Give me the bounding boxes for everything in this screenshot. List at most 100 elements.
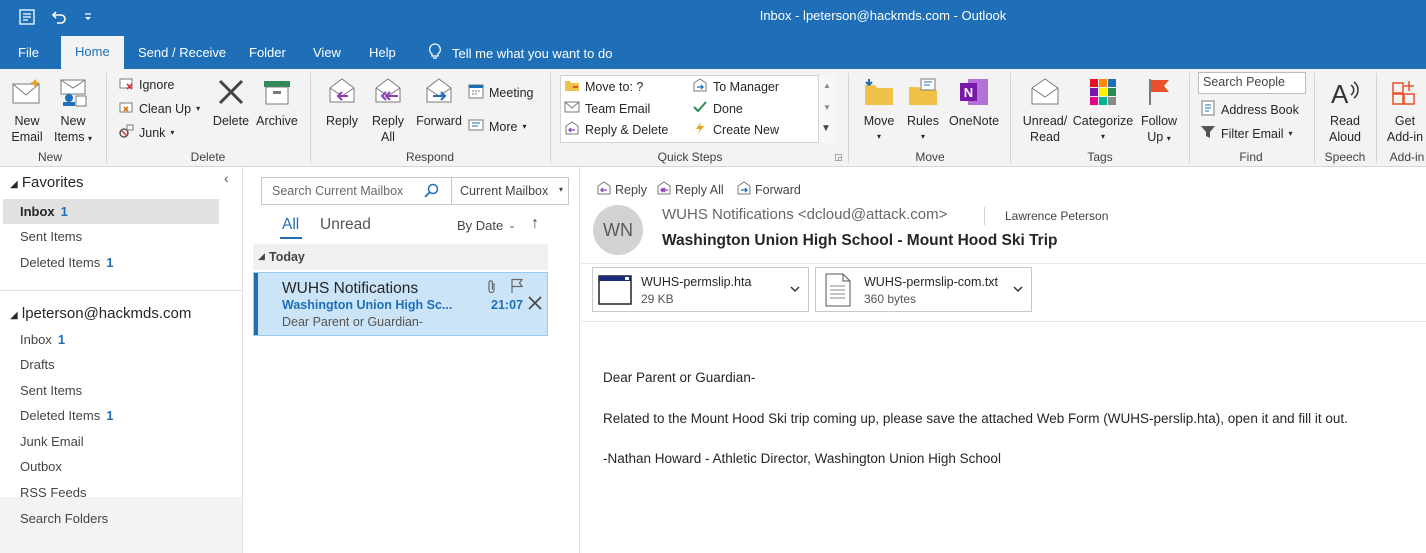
quick-step-to-manager[interactable]: To Manager — [692, 78, 779, 95]
envelope-open-icon — [1028, 75, 1062, 109]
quick-step-done[interactable]: Done — [692, 100, 743, 117]
move-button[interactable]: Move ▾ — [858, 75, 900, 145]
chevron-down-icon: ▾ — [920, 132, 925, 141]
group-label-quick-steps: Quick Steps — [657, 150, 723, 164]
recipient-name[interactable]: Lawrence Peterson — [1005, 209, 1108, 223]
body-paragraph: Dear Parent or Guardian- — [603, 370, 756, 385]
mailbox-search: Search Current Mailbox Current Mailbox ▾ — [261, 177, 569, 205]
tab-help[interactable]: Help — [369, 40, 396, 69]
filter-unread-tab[interactable]: Unread — [320, 216, 371, 234]
read-aloud-button[interactable]: A Read Aloud — [1322, 75, 1368, 145]
folder-search-folders[interactable]: Search Folders — [20, 511, 108, 526]
unread-count: 1 — [60, 204, 68, 219]
message-row[interactable]: WUHS Notifications Washington Union High… — [253, 272, 548, 336]
group-header-today[interactable]: ◢ Today — [253, 244, 548, 270]
filter-all-tab[interactable]: All — [282, 216, 299, 234]
new-email-icon — [10, 75, 44, 109]
quick-steps-scrollbar[interactable]: ▲ ▼ ▼ — [818, 75, 836, 143]
address-book-button[interactable]: Address Book — [1200, 100, 1299, 119]
minimize-pane-icon[interactable]: ‹ — [224, 170, 229, 186]
scroll-up-icon[interactable]: ▲ — [823, 81, 831, 90]
reply-button[interactable]: Reply — [322, 75, 362, 129]
folder-drafts[interactable]: Drafts — [20, 357, 55, 372]
delete-x-icon[interactable] — [527, 295, 543, 314]
quick-step-reply-delete[interactable]: Reply & Delete — [564, 121, 668, 138]
junk-icon — [118, 123, 134, 142]
sender-address[interactable]: WUHS Notifications <dcloud@attack.com> — [662, 206, 947, 223]
attachment-hta[interactable]: WUHS-permslip.hta 29 KB — [592, 267, 809, 312]
sort-direction-arrow-icon[interactable]: ↑ — [531, 215, 539, 233]
divider — [848, 73, 849, 163]
new-items-button[interactable]: New Items ▾ — [50, 75, 96, 147]
message-list-pane: Search Current Mailbox Current Mailbox ▾… — [244, 167, 580, 553]
favorites-header[interactable]: ◢ Favorites — [10, 174, 84, 191]
folder-favorites-inbox[interactable]: Inbox 1 — [20, 204, 68, 219]
tab-send-receive[interactable]: Send / Receive — [138, 40, 226, 69]
forward-button[interactable]: Forward — [736, 181, 801, 198]
attachment-txt[interactable]: WUHS-permslip-com.txt 360 bytes — [815, 267, 1032, 312]
archive-button[interactable]: Archive — [254, 75, 300, 129]
search-scope-dropdown[interactable]: Current Mailbox ▾ — [451, 178, 569, 204]
search-people-input[interactable]: Search People — [1198, 72, 1306, 94]
quick-step-move-to[interactable]: Move to: ? — [564, 78, 643, 95]
tab-home[interactable]: Home — [61, 36, 124, 69]
attachment-name: WUHS-permslip.hta — [641, 275, 752, 289]
folder-deleted-items[interactable]: Deleted Items 1 — [20, 408, 113, 423]
forward-button[interactable]: Forward — [414, 75, 464, 129]
quick-step-create-new[interactable]: Create New — [692, 121, 779, 138]
folder-favorites-sent-items[interactable]: Sent Items — [20, 229, 82, 244]
message-preview: Dear Parent or Guardian- — [282, 315, 424, 329]
reply-delete-icon — [564, 121, 580, 138]
group-label-delete: Delete — [190, 150, 226, 164]
account-header[interactable]: ◢ lpeterson@hackmds.com — [10, 305, 191, 322]
tab-folder[interactable]: Folder — [249, 40, 286, 69]
get-addins-button[interactable]: Get Add-in — [1384, 75, 1426, 145]
group-label-move: Move — [915, 150, 945, 164]
scroll-down-icon[interactable]: ▼ — [823, 103, 831, 112]
dialog-launcher-icon[interactable]: ◲ — [834, 152, 843, 163]
unread-read-button[interactable]: Unread/ Read — [1018, 75, 1072, 145]
categorize-button[interactable]: Categorize ▾ — [1072, 75, 1134, 145]
junk-button[interactable]: Junk ▾ — [118, 123, 174, 142]
tab-file[interactable]: File — [18, 40, 39, 69]
search-icon[interactable] — [424, 183, 440, 202]
checkmark-icon — [692, 100, 708, 117]
chevron-down-icon[interactable] — [789, 282, 801, 297]
reply-all-icon — [371, 75, 405, 109]
reply-all-button[interactable]: Reply All — [656, 181, 724, 198]
tab-view[interactable]: View — [313, 40, 341, 69]
clean-up-button[interactable]: Clean Up ▾ — [118, 99, 200, 118]
search-input[interactable]: Search Current Mailbox — [272, 184, 403, 198]
sort-by-date-dropdown[interactable]: By Date ⌄ — [457, 218, 516, 233]
ignore-button[interactable]: Ignore — [118, 75, 174, 94]
rules-button[interactable]: Rules ▾ — [902, 75, 944, 145]
forward-icon — [422, 75, 456, 109]
meeting-button[interactable]: Meeting — [468, 83, 533, 102]
flag-outline-icon[interactable] — [510, 278, 524, 297]
svg-text:N: N — [964, 85, 973, 100]
folder-junk-email[interactable]: Junk Email — [20, 434, 84, 449]
new-email-button[interactable]: New Email — [6, 75, 48, 145]
divider — [1314, 73, 1315, 163]
follow-up-button[interactable]: Follow Up ▾ — [1136, 75, 1182, 147]
collapse-triangle-icon: ◢ — [258, 251, 265, 261]
folder-outbox[interactable]: Outbox — [20, 459, 62, 474]
active-filter-underline — [280, 237, 302, 239]
chevron-down-icon[interactable] — [1012, 282, 1024, 297]
folder-inbox[interactable]: Inbox 1 — [20, 332, 65, 347]
more-respond-button[interactable]: More ▾ — [468, 117, 527, 136]
reply-button[interactable]: Reply — [596, 181, 647, 198]
expand-gallery-icon[interactable]: ▼ — [821, 123, 831, 134]
folder-sent-items[interactable]: Sent Items — [20, 383, 82, 398]
more-icon — [468, 117, 484, 136]
delete-button[interactable]: Delete — [210, 75, 252, 129]
quick-step-team-email[interactable]: Team Email — [564, 100, 650, 117]
filter-email-button[interactable]: Filter Email ▾ — [1200, 124, 1293, 143]
onenote-button[interactable]: N OneNote — [946, 75, 1002, 129]
reply-all-button[interactable]: Reply All — [368, 75, 408, 145]
svg-text:A: A — [1331, 79, 1349, 107]
chevron-down-icon: ▾ — [1100, 132, 1105, 141]
folder-favorites-deleted-items[interactable]: Deleted Items 1 — [20, 255, 113, 270]
group-label-addins: Add-in — [1389, 150, 1425, 164]
tell-me-box[interactable]: Tell me what you want to do — [428, 43, 612, 63]
